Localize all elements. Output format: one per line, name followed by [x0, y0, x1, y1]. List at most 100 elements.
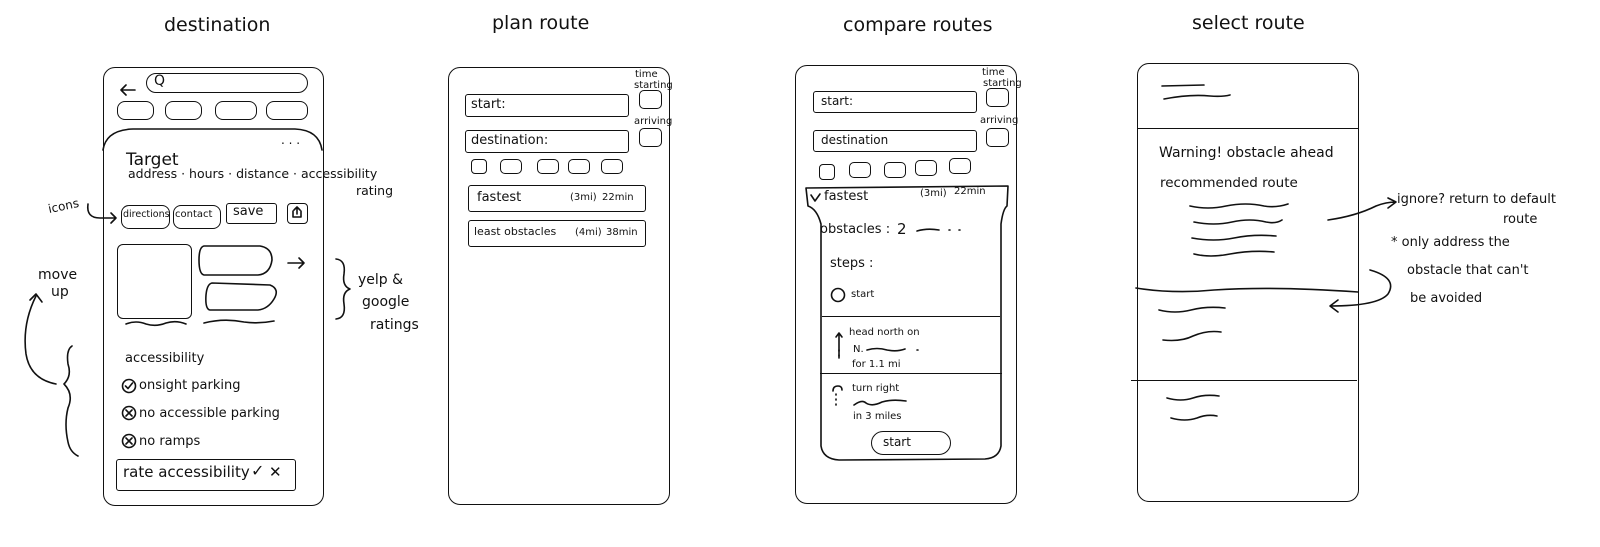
filter-chip-1[interactable]: [117, 101, 154, 120]
mode-chip-4[interactable]: [568, 159, 590, 174]
time-label: time: [635, 69, 658, 80]
rate-accessibility-label: rate accessibility: [123, 463, 250, 481]
start-button-label: start: [883, 435, 911, 449]
obstacles-dash: [916, 228, 961, 232]
step2-squiggle: [853, 399, 907, 406]
x-circle-icon: [121, 433, 137, 449]
annotation-note-3: be avoided: [1410, 291, 1483, 306]
filter-chip-3[interactable]: [215, 101, 257, 120]
route-least-obstacles-dist: (4mi): [575, 227, 602, 238]
mode-chip-3[interactable]: [884, 162, 906, 178]
more-dots[interactable]: . . .: [281, 134, 300, 147]
photos-next-arrow-icon[interactable]: [287, 256, 307, 270]
alternative-route-lines-2: [1166, 394, 1220, 421]
annotation-icons-arrow: [86, 203, 117, 224]
save-button-label: save: [233, 204, 264, 219]
accessibility-item-3: no ramps: [139, 434, 201, 449]
annotation-move-up-arrow: [24, 293, 79, 457]
recommended-route-lines: [1189, 203, 1289, 257]
route-fastest-dist: (3mi): [570, 192, 597, 203]
destination-input-label: destination: [821, 133, 889, 147]
arriving-time-button[interactable]: [639, 128, 662, 147]
annotation-yelp-3: ratings: [370, 317, 419, 333]
step1-sub1: N.: [853, 344, 864, 355]
annotation-move-up-1: move: [38, 267, 78, 283]
arrow-up-icon: [835, 332, 843, 359]
starting-label: starting: [634, 80, 673, 91]
mode-chip-3[interactable]: [537, 159, 559, 174]
route-fastest-time: 22min: [602, 192, 634, 203]
search-input[interactable]: [146, 73, 308, 93]
annotation-ignore-arrow: [1327, 197, 1397, 221]
recommended-route-label: recommended route: [1160, 175, 1298, 191]
start-step-label: start: [851, 289, 875, 300]
route-fastest-dist: (3mi): [920, 188, 947, 199]
step1-sub2: for 1.1 mi: [852, 359, 901, 370]
mode-chip-5[interactable]: [949, 158, 971, 174]
annotation-yelp-brace: [335, 258, 351, 320]
route-least-obstacles-time: 38min: [606, 227, 638, 238]
annotation-note-1: * only address the: [1391, 235, 1510, 250]
start-input-label: start:: [471, 97, 506, 112]
mode-chip-5[interactable]: [601, 159, 623, 174]
route-fastest-time: 22min: [954, 186, 986, 197]
divider: [1137, 128, 1359, 129]
back-arrow-icon[interactable]: [118, 82, 138, 98]
annotation-yelp-1: yelp &: [358, 272, 404, 288]
x-circle-icon: [121, 405, 137, 421]
starting-label: starting: [983, 78, 1022, 89]
filter-chip-4[interactable]: [266, 101, 308, 120]
route-fastest-name: fastest: [477, 190, 522, 205]
step1-squiggle: [866, 347, 919, 352]
mode-chip-4[interactable]: [915, 160, 937, 176]
destination-input-label: destination:: [471, 133, 549, 148]
alternative-route-lines: [1158, 306, 1226, 342]
route-fastest-name: fastest: [824, 189, 869, 204]
mode-chip-2[interactable]: [500, 159, 522, 174]
time-label: time: [982, 67, 1005, 78]
annotation-note-2: obstacle that can't: [1407, 263, 1529, 278]
place-info-rating: rating: [356, 183, 394, 198]
photo-main[interactable]: [117, 244, 192, 319]
start-time-button[interactable]: [986, 88, 1009, 107]
annotation-ignore-2: route: [1503, 212, 1538, 227]
photo-tile-bottom[interactable]: [204, 281, 280, 313]
chevron-down-icon[interactable]: [810, 193, 822, 203]
screen-title-plan-route: plan route: [492, 12, 590, 34]
warning-text: Warning! obstacle ahead: [1159, 145, 1334, 161]
arriving-label: arriving: [980, 115, 1019, 126]
rate-yes-button[interactable]: ✓: [251, 462, 264, 480]
rate-no-button[interactable]: ✕: [269, 464, 282, 481]
divider: [822, 316, 1000, 317]
filter-chip-2[interactable]: [165, 101, 202, 120]
obstacles-value: 2: [897, 220, 907, 238]
accessibility-item-2: no accessible parking: [139, 406, 280, 421]
start-time-button[interactable]: [639, 90, 662, 109]
header-squiggle: [1161, 84, 1231, 100]
contact-button-label: contact: [175, 209, 213, 220]
arriving-time-button[interactable]: [986, 128, 1009, 147]
search-icon[interactable]: Q: [154, 74, 165, 89]
route-least-obstacles-name: least obstacles: [474, 225, 557, 238]
turn-right-icon: [832, 385, 843, 406]
accessibility-header: accessibility: [125, 351, 205, 366]
screen-title-compare-routes: compare routes: [843, 14, 993, 36]
photo-tile-top[interactable]: [198, 244, 274, 278]
share-icon: [292, 206, 302, 218]
accessibility-item-1: onsight parking: [139, 378, 241, 393]
annotation-icons: icons: [46, 195, 81, 217]
mode-chip-1[interactable]: [819, 164, 835, 180]
screen-title-destination: destination: [164, 14, 271, 36]
obstacles-label: obstacles :: [820, 222, 891, 237]
step2-title: turn right: [852, 383, 900, 394]
divider: [820, 373, 1002, 374]
divider: [1131, 380, 1357, 381]
mode-chip-2[interactable]: [849, 162, 871, 178]
step1-title: head north on: [849, 327, 920, 338]
screen-title-select-route: select route: [1192, 12, 1305, 34]
arriving-label: arriving: [634, 116, 673, 127]
directions-button-label: directions: [123, 209, 170, 220]
place-info-line: address · hours · distance · accessibili…: [128, 166, 378, 181]
start-step-icon: [830, 287, 846, 303]
mode-chip-1[interactable]: [471, 159, 487, 174]
